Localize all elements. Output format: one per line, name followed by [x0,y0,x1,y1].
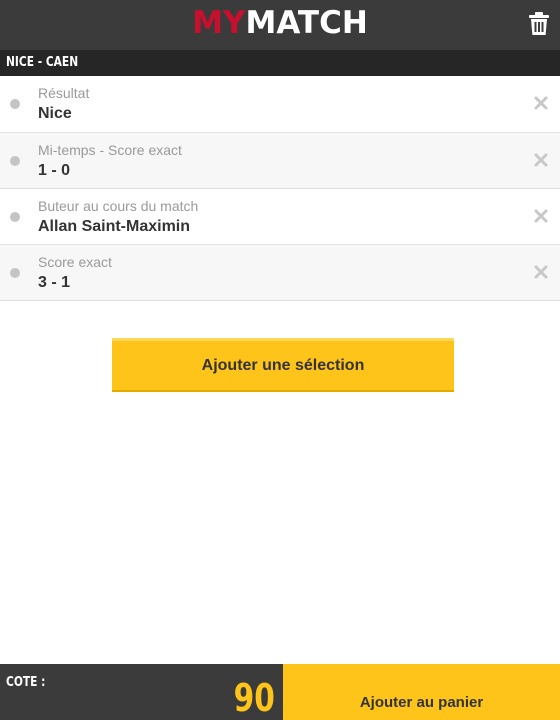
cote-label: COTE : [6,675,46,690]
selection-item: Résultat Nice [0,76,560,132]
remove-selection-icon[interactable] [534,265,548,279]
remove-selection-icon[interactable] [534,96,548,110]
cote-value: 90 [233,676,275,720]
add-to-cart-button[interactable]: Ajouter au panier [283,664,560,720]
selection-item: Score exact 3 - 1 [0,245,560,301]
logo-match: MATCH [245,5,368,41]
add-selection-button[interactable]: Ajouter une sélection [112,338,454,392]
selection-market-label: Buteur au cours du match [38,198,199,214]
footer-bar: COTE : 90 Ajouter au panier [0,664,560,720]
selection-value: 3 - 1 [38,274,71,291]
bullet-dot-icon [10,99,20,109]
bullet-dot-icon [10,268,20,278]
match-title-bar: NICE - CAEN [0,50,560,76]
bullet-dot-icon [10,212,20,222]
match-title: NICE - CAEN [6,55,79,70]
divider [0,300,560,301]
mymatch-app: MYMATCH NICE - CAEN Résultat Nice Mi-tem… [0,0,560,720]
logo-my: MY [192,5,246,41]
app-header: MYMATCH [0,0,560,50]
remove-selection-icon[interactable] [534,153,548,167]
selection-item: Buteur au cours du match Allan Saint-Max… [0,189,560,245]
selection-item: Mi-temps - Score exact 1 - 0 [0,133,560,189]
selection-market-label: Résultat [38,85,90,101]
selection-market-label: Score exact [38,254,112,270]
trash-icon[interactable] [528,12,550,36]
selection-market-label: Mi-temps - Score exact [38,142,182,158]
selection-value: 1 - 0 [38,162,71,179]
bullet-dot-icon [10,156,20,166]
mymatch-logo: MYMATCH [0,4,560,42]
remove-selection-icon[interactable] [534,209,548,223]
selection-value: Nice [38,105,72,122]
selection-value: Allan Saint-Maximin [38,218,191,235]
cote-panel: COTE : 90 [0,664,283,720]
